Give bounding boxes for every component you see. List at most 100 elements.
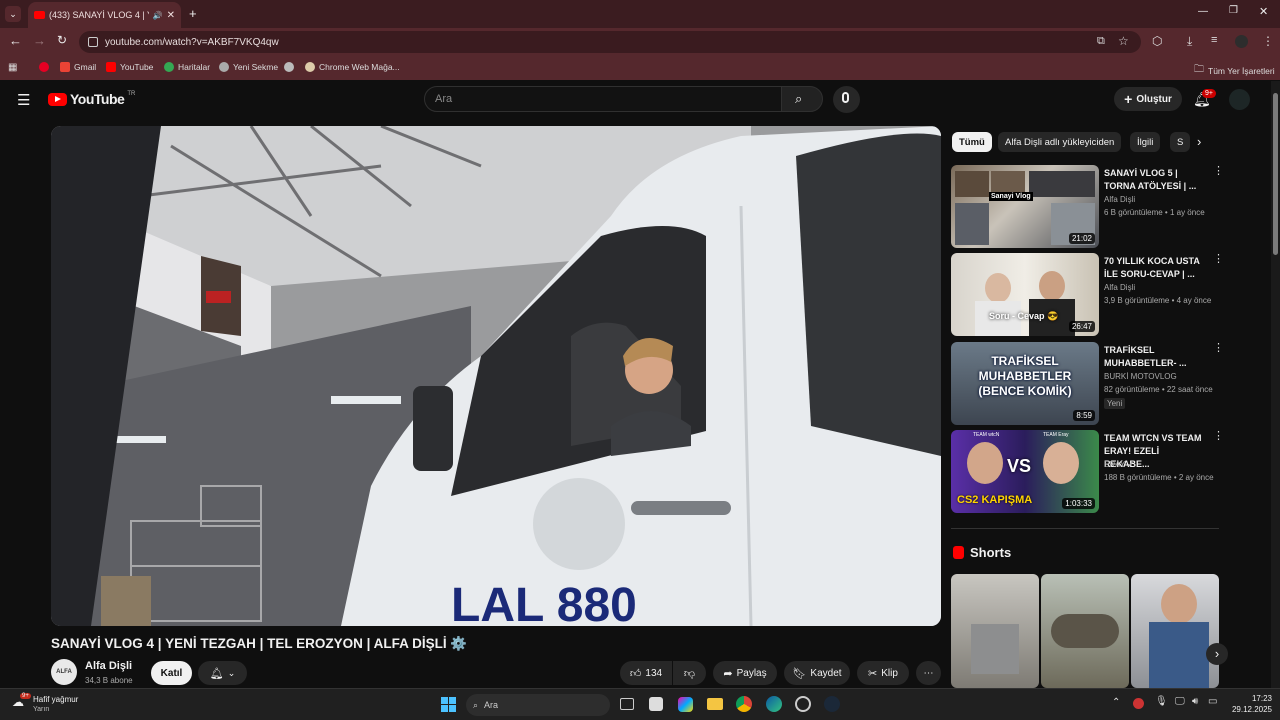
- join-button[interactable]: Katıl: [151, 661, 192, 685]
- forward-button[interactable]: →: [33, 33, 46, 48]
- extensions-icon[interactable]: ⬡: [1152, 34, 1162, 48]
- network-icon[interactable]: 🖵︎: [1175, 696, 1185, 707]
- recommendation-item[interactable]: TEAM wtcN TEAM Eray VS CS2 KAPIŞMA 1:03:…: [951, 430, 1224, 513]
- volume-icon[interactable]: 🔊︎: [1192, 696, 1198, 707]
- audio-icon[interactable]: 🔊: [153, 11, 163, 20]
- tab-close-icon[interactable]: ✕: [167, 10, 175, 21]
- scissors-icon: ✂: [868, 667, 878, 680]
- back-button[interactable]: ←: [9, 33, 22, 48]
- copilot-icon[interactable]: [678, 697, 693, 712]
- file-explorer-icon[interactable]: [707, 698, 723, 710]
- bookmark-gmail[interactable]: Gmail: [60, 62, 96, 72]
- task-view-icon[interactable]: [620, 698, 634, 710]
- video-thumbnail[interactable]: Sanayi Vlog 21:02: [951, 165, 1099, 248]
- subscribe-bell-button[interactable]: 🔔︎ ⌄: [198, 661, 247, 685]
- more-actions-button[interactable]: ⋯: [916, 661, 941, 685]
- video-frame: LAL 880: [51, 126, 941, 626]
- notification-badge: 9+: [1202, 89, 1216, 98]
- youtube-favicon-icon: [34, 11, 45, 19]
- save-button[interactable]: 🔖︎ Kaydet: [784, 661, 850, 685]
- close-window-button[interactable]: ✕: [1259, 5, 1268, 18]
- video-thumbnail[interactable]: TEAM wtcN TEAM Eray VS CS2 KAPIŞMA 1:03:…: [951, 430, 1099, 513]
- tray-app-icon[interactable]: [1133, 698, 1144, 709]
- bookmark-maps[interactable]: Haritalar: [164, 62, 210, 72]
- chrome-icon[interactable]: [736, 696, 752, 712]
- kebab-menu-icon[interactable]: ⋮: [1213, 254, 1224, 265]
- video-thumbnail[interactable]: Soru - Cevap 😎 26:47: [951, 253, 1099, 336]
- tab-strip: ⌄ (433) SANAYİ VLOG 4 | YENİ 🔊 ✕ + — ❐ ✕: [0, 0, 1280, 28]
- short-item[interactable]: [951, 574, 1039, 688]
- reload-button[interactable]: ↻: [57, 33, 67, 47]
- weather-widget[interactable]: ☁ 9+ Hafif yağmur Yarın: [12, 693, 102, 717]
- chrome-menu-icon[interactable]: ⋮: [1262, 34, 1274, 48]
- chip-all[interactable]: Tümü: [952, 132, 992, 152]
- tab-search-button[interactable]: ⌄: [5, 6, 21, 22]
- hamburger-menu-icon[interactable]: ☰: [17, 91, 30, 109]
- video-thumbnail[interactable]: TRAFİKSEL MUHABBETLER (BENCE KOMİK) 8:59: [951, 342, 1099, 425]
- downloads-icon[interactable]: ⤓: [1187, 34, 1192, 49]
- new-tab-button[interactable]: +: [189, 6, 197, 21]
- restore-button[interactable]: ❐: [1229, 5, 1238, 16]
- shorts-next-button[interactable]: ›: [1206, 643, 1228, 665]
- bookmark-star-icon[interactable]: ☆: [1118, 34, 1129, 48]
- chevron-right-icon[interactable]: ›: [1197, 134, 1201, 149]
- globe-icon: [284, 62, 294, 72]
- channel-avatar[interactable]: ALFA: [51, 659, 77, 685]
- weather-badge: 9+: [20, 693, 31, 699]
- search-input[interactable]: Ara: [424, 86, 782, 112]
- share-button[interactable]: ➦ Paylaş: [713, 661, 777, 685]
- dislike-button[interactable]: 👎︎: [673, 661, 706, 685]
- chip-related[interactable]: İlgili: [1130, 132, 1161, 152]
- profile-avatar[interactable]: [1235, 35, 1248, 48]
- bookmark-new-tab[interactable]: Yeni Sekme: [219, 62, 278, 72]
- kebab-menu-icon[interactable]: ⋮: [1213, 166, 1224, 177]
- steam-icon[interactable]: [824, 696, 840, 712]
- save-icon: 🔖︎: [792, 667, 807, 680]
- like-button[interactable]: 👍︎ 134: [620, 661, 672, 685]
- minimize-button[interactable]: —: [1198, 6, 1208, 17]
- bookmark-youtube[interactable]: YouTube: [106, 62, 153, 72]
- site-info-icon[interactable]: [88, 37, 98, 47]
- svg-text:LAL 880: LAL 880: [451, 579, 637, 626]
- all-bookmarks[interactable]: 🗀 Tüm Yer İşaretleri: [1194, 62, 1275, 79]
- install-app-icon[interactable]: ⧉: [1097, 35, 1105, 48]
- account-avatar[interactable]: [1229, 89, 1250, 110]
- edge-icon[interactable]: [766, 696, 782, 712]
- short-item[interactable]: [1131, 574, 1219, 688]
- chip-more[interactable]: S: [1170, 132, 1190, 152]
- tray-chevron-icon[interactable]: ⌃: [1112, 697, 1120, 708]
- microphone-icon[interactable]: 🎙︎: [1155, 696, 1168, 707]
- apps-icon[interactable]: ▦: [8, 62, 17, 73]
- search-button[interactable]: ⌕: [781, 86, 823, 112]
- app-icon[interactable]: [795, 696, 811, 712]
- kebab-menu-icon[interactable]: ⋮: [1213, 431, 1224, 442]
- recommendation-item[interactable]: Soru - Cevap 😎 26:47 70 YILLIK KOCA USTA…: [951, 253, 1224, 336]
- address-bar[interactable]: youtube.com/watch?v=AKBF7VKQ4qw ⧉ ☆: [79, 31, 1141, 53]
- share-icon: ➦: [723, 667, 733, 680]
- media-icon[interactable]: ≡: [1211, 34, 1217, 46]
- channel-name[interactable]: Alfa Dişli: [85, 660, 132, 672]
- kebab-menu-icon[interactable]: ⋮: [1213, 343, 1224, 354]
- youtube-logo[interactable]: YouTube TR: [48, 91, 135, 107]
- globe-bookmark[interactable]: [284, 62, 294, 72]
- web-store-icon: [305, 62, 315, 72]
- folder-icon: 🗀: [1194, 64, 1204, 75]
- voice-search-button[interactable]: [833, 86, 860, 113]
- create-button[interactable]: + Oluştur: [1114, 87, 1182, 111]
- scrollbar-thumb[interactable]: [1273, 93, 1278, 255]
- clip-button[interactable]: ✂ Klip: [857, 661, 909, 685]
- chip-from-uploader[interactable]: Alfa Dişli adlı yükleyiciden: [998, 132, 1122, 152]
- battery-icon[interactable]: ▭: [1208, 696, 1217, 707]
- bookmark-web-store[interactable]: Chrome Web Mağa...: [305, 62, 400, 72]
- store-icon[interactable]: [649, 697, 663, 711]
- taskbar-search[interactable]: ⌕ Ara: [466, 694, 610, 716]
- clock[interactable]: 17:23 29.12.2025: [1228, 693, 1272, 715]
- video-player[interactable]: LAL 880: [51, 126, 941, 626]
- windows-start-icon[interactable]: [441, 697, 456, 712]
- mic-icon: [842, 92, 849, 103]
- pinterest-bookmark[interactable]: [39, 62, 49, 72]
- short-item[interactable]: [1041, 574, 1129, 688]
- active-tab[interactable]: (433) SANAYİ VLOG 4 | YENİ 🔊 ✕: [28, 2, 181, 28]
- recommendation-item[interactable]: TRAFİKSEL MUHABBETLER (BENCE KOMİK) 8:59…: [951, 342, 1224, 425]
- recommendation-item[interactable]: Sanayi Vlog 21:02 SANAYİ VLOG 5 | TORNA …: [951, 165, 1224, 248]
